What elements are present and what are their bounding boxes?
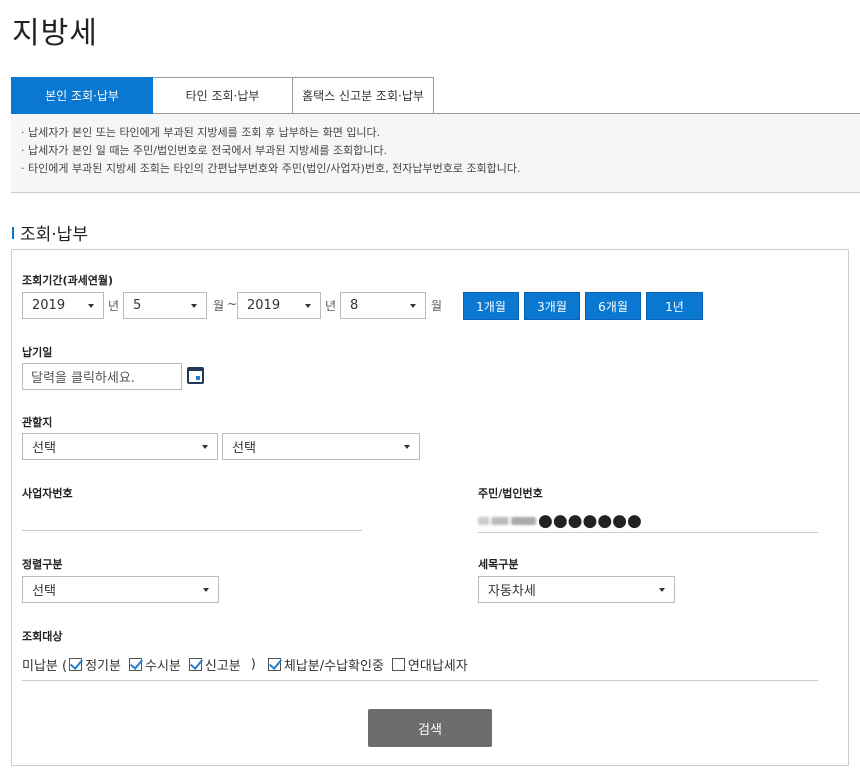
chevron-down-icon bbox=[203, 588, 209, 592]
chevron-down-icon bbox=[410, 304, 416, 308]
checkbox-arrears[interactable]: 체납분/수납확인중 bbox=[267, 655, 384, 674]
tab-others-lookup[interactable]: 타인 조회·납부 bbox=[153, 77, 293, 114]
classification-label: 정렬구분 bbox=[22, 558, 63, 571]
checkbox-label: 수시분 bbox=[144, 659, 181, 674]
checkbox-checked-icon bbox=[188, 658, 202, 671]
due-date-label: 납기일 bbox=[22, 346, 53, 359]
period-label: 조회기간(과세연월) bbox=[22, 274, 114, 287]
calendar-icon[interactable] bbox=[187, 367, 204, 384]
checkbox-label: 체납분/수납확인중 bbox=[283, 659, 384, 674]
unpaid-suffix: ) bbox=[250, 657, 256, 672]
business-no-label: 사업자번호 bbox=[22, 487, 73, 500]
jurisdiction-label: 관할지 bbox=[22, 416, 53, 429]
classification-value: 선택 bbox=[32, 584, 56, 599]
classification-select[interactable]: 선택 bbox=[22, 576, 219, 603]
period-1year-button[interactable]: 1년 bbox=[646, 292, 703, 320]
tax-item-label: 세목구분 bbox=[478, 558, 519, 571]
to-year-value: 2019 bbox=[247, 298, 281, 313]
jurisdiction-sigungu-select[interactable]: 선택 bbox=[222, 433, 420, 460]
checkbox-regular[interactable]: 정기분 bbox=[69, 655, 121, 674]
info-line: · 납세자가 본인 또는 타인에게 부과된 지방세를 조회 후 납부하는 화면 … bbox=[21, 126, 381, 139]
checkbox-checked-icon bbox=[128, 658, 142, 671]
chevron-down-icon bbox=[191, 304, 197, 308]
checkbox-joint-taxpayer[interactable]: 연대납세자 bbox=[391, 655, 468, 674]
to-month-value: 8 bbox=[350, 298, 359, 313]
target-label: 조회대상 bbox=[22, 630, 63, 643]
divider bbox=[22, 680, 818, 681]
info-box: · 납세자가 본인 또는 타인에게 부과된 지방세를 조회 후 납부하는 화면 … bbox=[11, 114, 860, 193]
from-month-select[interactable]: 5 bbox=[123, 292, 207, 319]
jurisdiction-sigungu-value: 선택 bbox=[232, 441, 256, 456]
checkbox-label: 신고분 bbox=[204, 659, 241, 674]
checkbox-unchecked-icon bbox=[391, 658, 405, 671]
resident-no-masked: ●●●●●●● bbox=[478, 511, 642, 531]
checkbox-checked-icon bbox=[267, 658, 281, 671]
checkbox-label: 연대납세자 bbox=[407, 659, 468, 674]
from-year-value: 2019 bbox=[32, 298, 66, 313]
search-button[interactable]: 검색 bbox=[368, 709, 492, 747]
info-line: · 타인에게 부과된 지방세 조회는 타인의 간편납부번호와 주민(법인/사업자… bbox=[21, 162, 521, 175]
month-unit: 월 bbox=[213, 299, 225, 313]
business-no-input[interactable] bbox=[22, 503, 362, 531]
period-6month-button[interactable]: 6개월 bbox=[585, 292, 641, 320]
section-marker bbox=[12, 226, 14, 239]
tab-hometax-lookup[interactable]: 홈택스 신고분 조회·납부 bbox=[293, 77, 434, 114]
chevron-down-icon bbox=[305, 304, 311, 308]
year-unit: 년 bbox=[325, 299, 337, 313]
tab-self-lookup[interactable]: 본인 조회·납부 bbox=[11, 77, 153, 114]
jurisdiction-sido-value: 선택 bbox=[32, 441, 56, 456]
section-title-text: 조회·납부 bbox=[20, 225, 88, 245]
info-line: · 납세자가 본인 일 때는 주민/법인번호로 전국에서 부과된 지방세를 조회… bbox=[21, 144, 388, 157]
blurred-id-prefix bbox=[478, 517, 536, 525]
from-month-value: 5 bbox=[133, 298, 142, 313]
chevron-down-icon bbox=[202, 445, 208, 449]
tax-item-select[interactable]: 자동차세 bbox=[478, 576, 675, 603]
to-year-select[interactable]: 2019 bbox=[237, 292, 321, 319]
year-unit: 년 bbox=[108, 299, 120, 313]
tax-item-value: 자동차세 bbox=[488, 584, 536, 599]
checkbox-label: 정기분 bbox=[85, 659, 121, 674]
checkbox-occasional[interactable]: 수시분 bbox=[128, 655, 181, 674]
target-options: 미납분 ( 정기분 수시분 신고분 ) 체납분/수납확인중 연대납세자 bbox=[22, 655, 476, 674]
period-3month-button[interactable]: 3개월 bbox=[524, 292, 580, 320]
jurisdiction-sido-select[interactable]: 선택 bbox=[22, 433, 218, 460]
to-month-select[interactable]: 8 bbox=[340, 292, 426, 319]
range-tilde: ~ bbox=[227, 297, 238, 311]
tab-bar: 본인 조회·납부 타인 조회·납부 홈택스 신고분 조회·납부 bbox=[11, 77, 434, 114]
chevron-down-icon bbox=[404, 445, 410, 449]
masked-dots: ●●●●●●● bbox=[538, 511, 642, 531]
section-title: 조회·납부 bbox=[12, 220, 88, 245]
from-year-select[interactable]: 2019 bbox=[22, 292, 104, 319]
chevron-down-icon bbox=[659, 588, 665, 592]
page-title: 지방세 bbox=[12, 16, 98, 51]
resident-no-label: 주민/법인번호 bbox=[478, 487, 543, 500]
unpaid-prefix: 미납분 ( bbox=[22, 659, 68, 674]
checkbox-checked-icon bbox=[69, 658, 83, 671]
period-1month-button[interactable]: 1개월 bbox=[463, 292, 519, 320]
chevron-down-icon bbox=[88, 304, 94, 308]
due-date-input[interactable]: 달력을 클릭하세요. bbox=[22, 363, 182, 390]
month-unit: 월 bbox=[431, 299, 443, 313]
checkbox-declared[interactable]: 신고분 bbox=[188, 655, 241, 674]
